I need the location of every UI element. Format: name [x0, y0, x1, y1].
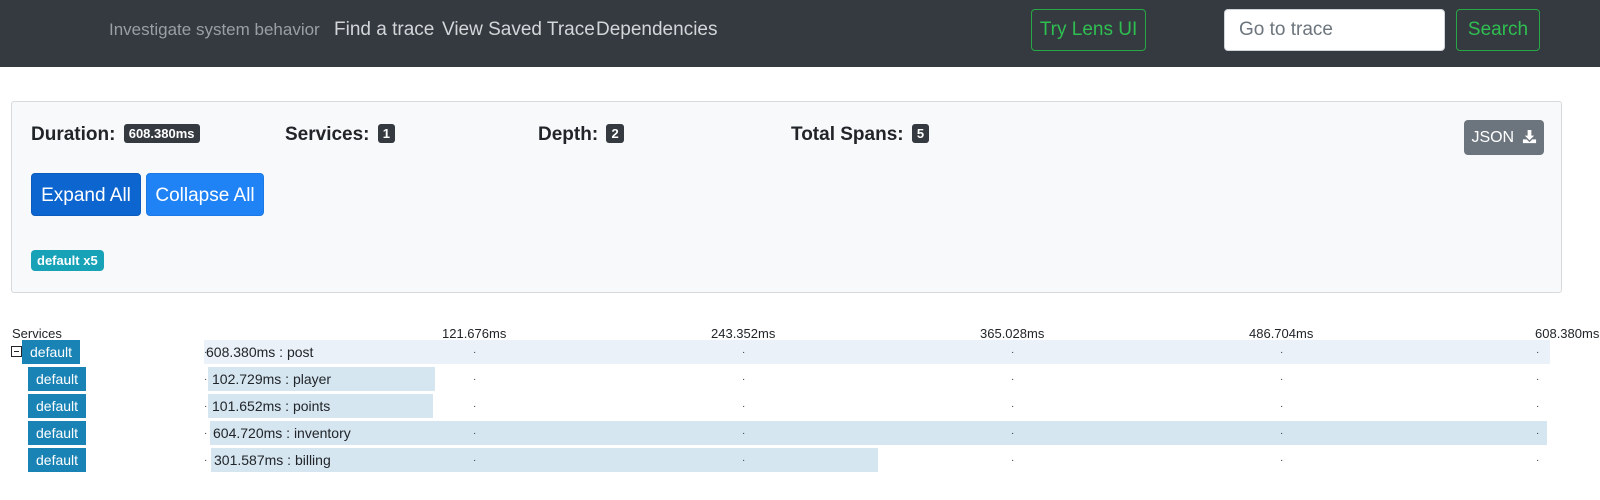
span-bar [204, 340, 1550, 364]
span-label: 608.380ms : post [206, 344, 314, 360]
tick-marker: · [473, 401, 477, 412]
service-filter-badge[interactable]: default x5 [31, 250, 104, 271]
span-label: 604.720ms : inventory [213, 425, 351, 441]
tick-marker: · [1011, 428, 1015, 439]
trace-summary-card: Duration: 608.380ms Services: 1 Depth: 2… [11, 101, 1562, 293]
nav-dependencies[interactable]: Dependencies [596, 19, 717, 41]
tick-marker: · [1011, 347, 1015, 358]
tick-marker: · [742, 428, 746, 439]
nav-view-saved-trace[interactable]: View Saved Trace [442, 19, 595, 41]
tick-marker: · [1280, 428, 1284, 439]
nav-find-trace[interactable]: Find a trace [334, 19, 434, 41]
tick-marker: · [742, 455, 746, 466]
service-name-tag[interactable]: default [28, 367, 87, 391]
services-column-header: Services [12, 326, 62, 341]
timeline-tick-label: 243.352ms [711, 326, 776, 341]
tick-marker: · [1280, 455, 1284, 466]
tick-marker: · [204, 428, 208, 439]
duration-badge: 608.380ms [123, 124, 200, 143]
tick-marker: · [1280, 374, 1284, 385]
tick-marker: · [204, 401, 208, 412]
services-label: Services: [285, 124, 370, 145]
tick-marker: · [1536, 455, 1540, 466]
total-spans-badge: 5 [911, 124, 930, 143]
collapse-toggle-icon[interactable] [11, 346, 22, 357]
span-row-post[interactable]: 608.380ms : post default · · · · · · [0, 340, 1600, 364]
tick-marker: · [1280, 347, 1284, 358]
go-to-trace-input[interactable] [1224, 9, 1445, 51]
span-row-billing[interactable]: 301.587ms : billing default · · · · · · [0, 448, 1600, 472]
span-label: 102.729ms : player [212, 371, 332, 387]
tick-marker: · [1011, 455, 1015, 466]
tick-marker: · [742, 401, 746, 412]
try-lens-ui-button[interactable]: Try Lens UI [1031, 9, 1146, 51]
tick-marker: · [204, 455, 208, 466]
json-download-button[interactable]: JSON [1464, 120, 1544, 155]
tick-marker: · [1280, 401, 1284, 412]
tick-marker: · [1011, 374, 1015, 385]
timeline-tick-label: 365.028ms [980, 326, 1045, 341]
service-name-tag[interactable]: default [22, 340, 81, 364]
span-label: 101.652ms : points [212, 398, 331, 414]
search-button[interactable]: Search [1456, 9, 1540, 51]
total-spans-label: Total Spans: [791, 124, 904, 145]
tick-marker: · [742, 374, 746, 385]
tick-marker: · [1536, 428, 1540, 439]
tick-marker: · [473, 347, 477, 358]
tick-marker: · [204, 347, 208, 358]
tick-marker: · [204, 374, 208, 385]
tick-marker: · [1536, 401, 1540, 412]
services-badge: 1 [377, 124, 396, 143]
timeline-tick-label: 608.380ms [1535, 326, 1600, 341]
depth-label: Depth: [538, 124, 599, 145]
service-name-tag[interactable]: default [28, 421, 87, 445]
duration-stat: Duration: 608.380ms [31, 124, 200, 146]
span-bar [209, 421, 1548, 445]
tick-marker: · [742, 347, 746, 358]
depth-stat: Depth: 2 [538, 124, 624, 146]
timeline-tick-label: 486.704ms [1249, 326, 1314, 341]
span-row-inventory[interactable]: 604.720ms : inventory default · · · · · · [0, 421, 1600, 445]
service-name-tag[interactable]: default [28, 448, 87, 472]
tick-marker: · [1011, 401, 1015, 412]
depth-badge: 2 [606, 124, 624, 143]
expand-all-button[interactable]: Expand All [31, 173, 141, 216]
span-row-points[interactable]: 101.652ms : points default · · · · · · [0, 394, 1600, 418]
collapse-all-button[interactable]: Collapse All [146, 173, 264, 216]
span-row-player[interactable]: 102.729ms : player default · · · · · · [0, 367, 1600, 391]
navbar: Investigate system behavior Find a trace… [0, 0, 1600, 67]
tick-marker: · [1536, 374, 1540, 385]
timeline-tick-label: 121.676ms [442, 326, 507, 341]
download-icon [1522, 129, 1536, 144]
tick-marker: · [473, 374, 477, 385]
total-spans-stat: Total Spans: 5 [791, 124, 930, 146]
tick-marker: · [473, 428, 477, 439]
services-stat: Services: 1 [285, 124, 396, 146]
duration-label: Duration: [31, 124, 116, 145]
brand-text[interactable]: Investigate system behavior [109, 20, 320, 40]
tick-marker: · [1536, 347, 1540, 358]
service-name-tag[interactable]: default [28, 394, 87, 418]
span-label: 301.587ms : billing [214, 452, 331, 468]
tick-marker: · [473, 455, 477, 466]
json-button-label: JSON [1471, 129, 1515, 146]
